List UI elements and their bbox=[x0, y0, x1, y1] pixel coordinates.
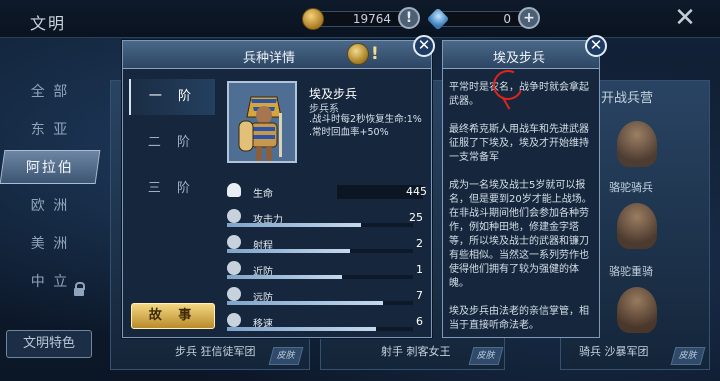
skin-button[interactable]: 皮肤 bbox=[468, 347, 504, 365]
skill-line: .战斗时每2秒恢复生命:1% bbox=[309, 114, 422, 125]
top-bar: 文明 19764 ! 0 + ✕ bbox=[0, 0, 720, 38]
stat-fill bbox=[227, 249, 350, 253]
stat-value: 7 bbox=[416, 289, 423, 302]
tab-tier-2[interactable]: 二 阶 bbox=[129, 125, 215, 161]
stat-row-melee-defense: 近防 1 bbox=[227, 261, 423, 279]
tab-tier-3[interactable]: 三 阶 bbox=[129, 171, 215, 207]
history-header: 埃及步兵 bbox=[443, 41, 599, 69]
unit-name-label: 骆驼骑兵 bbox=[609, 181, 653, 194]
stat-value: 25 bbox=[409, 211, 423, 224]
stat-value: 445 bbox=[406, 185, 427, 198]
info-icon[interactable]: ! bbox=[371, 44, 379, 64]
cavalry-figure bbox=[617, 287, 657, 333]
unit-skill-desc: .战斗时每2秒恢复生命:1% .常时回血率+50% bbox=[309, 113, 427, 139]
stat-row-ranged-defense: 远防 7 bbox=[227, 287, 423, 305]
unit-card-label: 步兵 狂信徒军团 bbox=[175, 345, 256, 358]
shield-icon bbox=[227, 261, 241, 275]
stat-fill bbox=[227, 275, 343, 279]
gold-coin-icon bbox=[302, 8, 324, 30]
boots-icon bbox=[227, 313, 241, 327]
history-paragraph: 成为一名埃及战士5岁就可以报名，但是要到20岁才能上战场。在非战斗期间他们会参加… bbox=[449, 180, 592, 289]
detail-header: 兵种详情 ! bbox=[123, 41, 431, 69]
unit-card-title: 开战兵营 bbox=[601, 91, 654, 106]
page-title: 文明 bbox=[30, 14, 67, 33]
stat-row-range: 射程 2 bbox=[227, 235, 423, 253]
stat-track bbox=[227, 249, 413, 253]
nav-item-all[interactable]: 全 部 bbox=[10, 78, 90, 106]
tab-tier-1[interactable]: 一 阶 bbox=[129, 79, 215, 115]
stat-track bbox=[227, 301, 413, 305]
stat-fill bbox=[227, 327, 376, 331]
stat-fill bbox=[227, 301, 384, 305]
nav-item-europe[interactable]: 欧 洲 bbox=[10, 192, 90, 220]
civilization-nav: 全 部 东 亚 阿拉伯 欧 洲 美 洲 中 立 文明特色 bbox=[0, 38, 101, 381]
stat-track bbox=[227, 327, 413, 331]
unit-portrait bbox=[227, 81, 297, 163]
skin-button[interactable]: 皮肤 bbox=[670, 347, 706, 365]
history-text: 平常时是农名，战争时就会拿起武器。 最终希克斯人用战车和先进武器征服了下埃及，埃… bbox=[449, 81, 597, 347]
gold-resource: 19764 ! bbox=[302, 7, 420, 30]
stat-label: 生命 bbox=[253, 189, 273, 200]
gem-resource: 0 + bbox=[426, 7, 540, 31]
tier-tabs: 一 阶 二 阶 三 阶 bbox=[129, 71, 215, 291]
stat-track bbox=[227, 275, 413, 279]
stat-track bbox=[227, 223, 413, 227]
stat-row-speed: 移速 6 bbox=[227, 313, 423, 331]
nav-item-label: 阿拉伯 bbox=[25, 160, 74, 176]
shield-arrow-icon bbox=[227, 287, 241, 301]
detail-title: 兵种详情 bbox=[243, 51, 296, 66]
stat-value: 2 bbox=[416, 237, 423, 250]
swords-icon bbox=[227, 209, 241, 223]
stat-fill bbox=[227, 223, 361, 227]
skill-line: .常时回血率+50% bbox=[309, 127, 389, 138]
history-paragraph: 埃及步兵由法老的亲信掌管，相当于直接听命法老。 bbox=[449, 306, 589, 331]
close-icon[interactable]: ✕ bbox=[672, 5, 698, 32]
heart-icon bbox=[227, 183, 241, 197]
history-title: 埃及步兵 bbox=[493, 51, 546, 66]
unit-detail-panel: 兵种详情 ! ✕ 一 阶 二 阶 三 阶 故 事 埃及步兵 步兵系 .战斗时每2… bbox=[122, 35, 435, 338]
target-icon bbox=[227, 235, 241, 249]
stat-value: 1 bbox=[416, 263, 423, 276]
egyptian-infantry-icon bbox=[229, 83, 295, 161]
gold-info-button[interactable]: ! bbox=[398, 7, 420, 29]
gem-add-button[interactable]: + bbox=[518, 7, 540, 29]
nav-item-east-asia[interactable]: 东 亚 bbox=[10, 116, 90, 144]
unit-name-label: 骆驼重骑 bbox=[609, 265, 653, 278]
civilization-feature-button[interactable]: 文明特色 bbox=[6, 330, 92, 358]
stat-row-attack: 攻击力 25 bbox=[227, 209, 423, 227]
story-button[interactable]: 故 事 bbox=[131, 303, 215, 329]
nav-item-arabia[interactable]: 阿拉伯 bbox=[0, 150, 101, 184]
life-row: 生命 445 bbox=[227, 183, 427, 201]
helmet-icon bbox=[347, 43, 369, 65]
nav-item-americas[interactable]: 美 洲 bbox=[10, 230, 90, 258]
camel-rider-figure bbox=[617, 121, 657, 167]
stat-value: 6 bbox=[416, 315, 423, 328]
camel-heavy-figure bbox=[617, 203, 657, 249]
close-detail-button[interactable]: ✕ bbox=[413, 35, 435, 57]
close-history-button[interactable]: ✕ bbox=[585, 35, 607, 57]
lock-icon bbox=[74, 282, 85, 296]
history-paragraph: 最终希克斯人用战车和先进武器征服了下埃及，埃及才开始维持一支常备军 bbox=[449, 124, 589, 163]
skin-button[interactable]: 皮肤 bbox=[268, 347, 304, 365]
unit-card-label: 射手 刺客女王 bbox=[381, 345, 451, 358]
